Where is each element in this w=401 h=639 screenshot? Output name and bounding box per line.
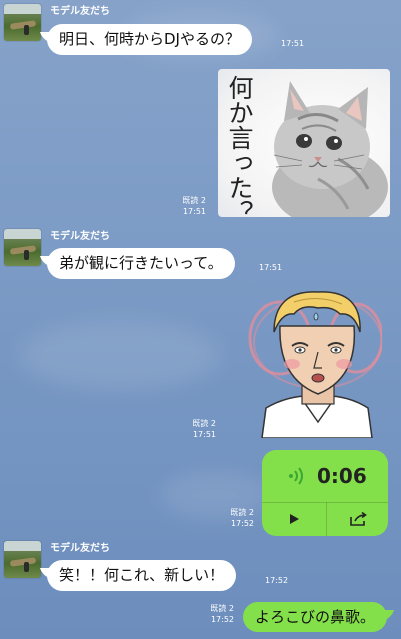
voice-message-header: 0:06 <box>262 450 388 502</box>
message-bubble-outgoing[interactable]: よろこびの鼻歌。 <box>243 602 388 632</box>
message-meta: 既読 2 17:51 <box>170 195 206 217</box>
contact-avatar[interactable] <box>4 541 41 578</box>
voice-message[interactable]: 0:06 <box>262 450 388 536</box>
message-text: 弟が観に行きたいって。 <box>59 254 223 272</box>
man-sticker[interactable] <box>244 282 384 439</box>
read-receipt: 既読 2 <box>182 196 206 205</box>
message-bubble-incoming[interactable]: 弟が観に行きたいって。 <box>47 248 235 279</box>
message-time: 17:51 <box>259 263 283 272</box>
message-time: 17:52 <box>210 615 234 624</box>
message-meta: 既読 2 17:52 <box>218 507 254 529</box>
message-meta: 既読 2 17:52 <box>198 603 234 625</box>
sender-name: モデル友だち <box>50 6 110 17</box>
read-receipt: 既読 2 <box>230 508 254 517</box>
message-text: よろこびの鼻歌。 <box>255 608 376 626</box>
message-bubble-incoming[interactable]: 明日、何時からDJやるの？ <box>47 24 252 55</box>
play-button[interactable] <box>262 502 326 536</box>
contact-avatar[interactable] <box>4 4 41 41</box>
background-cloud <box>20 320 220 390</box>
message-text: 笑！！何これ、新しい！ <box>59 566 225 584</box>
sender-name: モデル友だち <box>50 231 110 242</box>
read-receipt: 既読 2 <box>192 419 216 428</box>
sound-wave-icon <box>289 467 303 485</box>
contact-avatar[interactable] <box>4 229 41 266</box>
message-time: 17:51 <box>182 207 206 216</box>
man-illustration <box>248 291 384 439</box>
message-time: 17:51 <box>281 39 305 48</box>
sticker-caption: 何か言った？ <box>225 75 254 217</box>
share-icon <box>350 512 367 526</box>
sender-name: モデル友だち <box>50 543 110 554</box>
share-button[interactable] <box>327 502 388 536</box>
message-time: 17:52 <box>230 519 254 528</box>
message-bubble-incoming[interactable]: 笑！！何これ、新しい！ <box>47 560 237 591</box>
message-meta: 既読 2 17:51 <box>180 418 216 440</box>
message-time: 17:52 <box>265 576 289 585</box>
cat-sticker[interactable]: 何か言った？ <box>218 69 390 217</box>
play-icon <box>290 514 299 524</box>
read-receipt: 既読 2 <box>210 604 234 613</box>
voice-duration: 0:06 <box>317 464 367 488</box>
message-text: 明日、何時からDJやるの？ <box>59 30 240 48</box>
message-time: 17:51 <box>192 430 216 439</box>
